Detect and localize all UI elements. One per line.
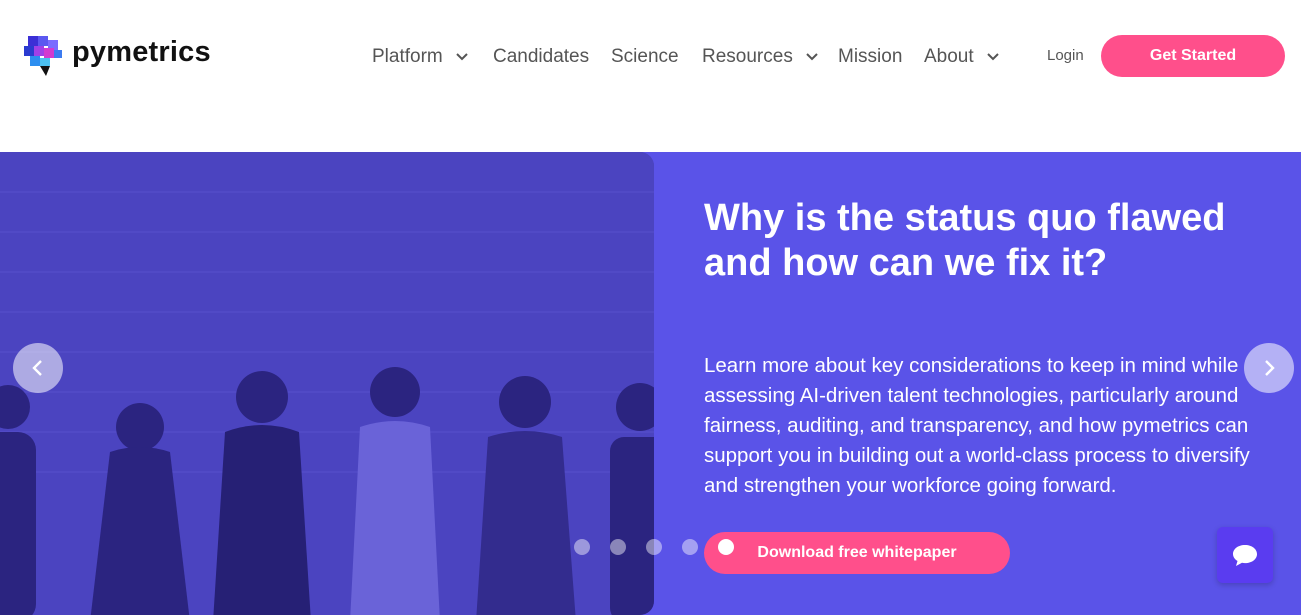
- hero-title: Why is the status quo flawed and how can…: [704, 197, 1226, 284]
- chat-bubble-icon: [1233, 545, 1257, 566]
- nav-item-label: Mission: [838, 46, 903, 67]
- carousel-next-button[interactable]: [1244, 343, 1294, 393]
- nav-item-label: Candidates: [493, 46, 590, 67]
- nav-item-platform[interactable]: Platform: [372, 43, 469, 71]
- carousel-dot-4[interactable]: [682, 539, 698, 555]
- brand-logo[interactable]: pymetrics: [22, 34, 211, 78]
- hero-image: [0, 152, 654, 615]
- get-started-button[interactable]: Get Started: [1101, 35, 1285, 77]
- nav-item-about[interactable]: About: [924, 43, 1000, 71]
- login-link[interactable]: Login: [1047, 47, 1084, 64]
- brand-name: pymetrics: [72, 36, 211, 68]
- carousel-dot-2[interactable]: [610, 539, 626, 555]
- chat-widget-button[interactable]: [1217, 527, 1273, 583]
- nav-item-candidates[interactable]: Candidates: [493, 43, 589, 71]
- chevron-left-icon: [32, 360, 42, 376]
- nav-item-mission[interactable]: Mission: [838, 43, 902, 71]
- nav-item-label: About: [924, 46, 974, 67]
- people-in-line-illustration: [0, 152, 654, 615]
- carousel-dot-3[interactable]: [646, 539, 662, 555]
- nav-item-label: Science: [611, 46, 679, 67]
- nav-item-resources[interactable]: Resources: [702, 43, 819, 71]
- chevron-right-icon: [1265, 360, 1275, 376]
- carousel-prev-button[interactable]: [13, 343, 63, 393]
- hero-carousel: Why is the status quo flawed and how can…: [0, 152, 1301, 615]
- site-header: pymetrics Platform Candidates Science Re…: [0, 0, 1301, 152]
- nav-item-label: Resources: [702, 46, 793, 67]
- hero-description: Learn more about key considerations to k…: [704, 354, 1250, 497]
- carousel-dot-1[interactable]: [574, 539, 590, 555]
- carousel-dot-5[interactable]: [718, 539, 734, 555]
- nav-item-science[interactable]: Science: [611, 43, 679, 71]
- download-whitepaper-button[interactable]: Download free whitepaper: [704, 532, 1010, 574]
- chevron-down-icon: [456, 53, 468, 61]
- pymetrics-cube-logo-icon: [24, 36, 62, 76]
- chevron-down-icon: [806, 53, 818, 61]
- nav-item-label: Platform: [372, 46, 443, 67]
- chevron-down-icon: [986, 53, 999, 61]
